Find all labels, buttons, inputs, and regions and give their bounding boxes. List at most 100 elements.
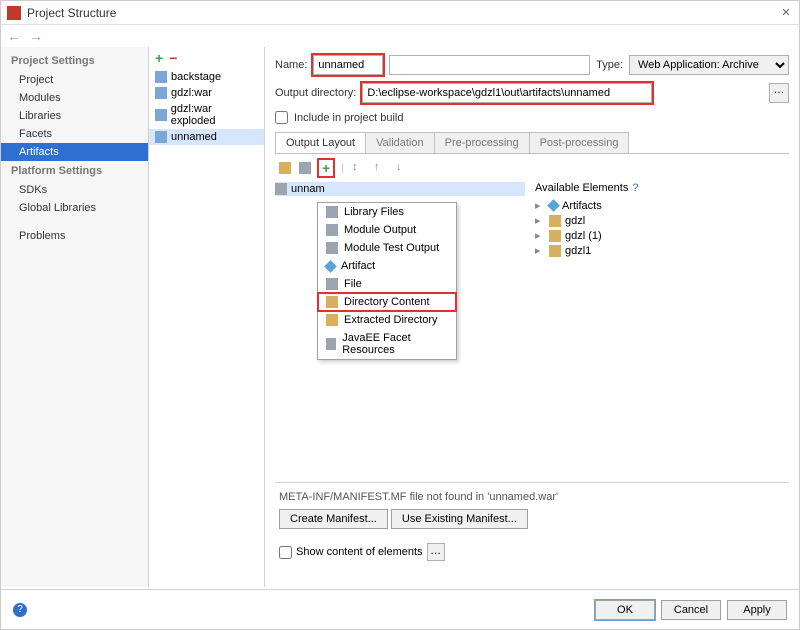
file-icon [326,278,338,290]
avail-gdzl-1[interactable]: ▸gdzl (1) [535,228,741,243]
dialog-footer: ? OK Cancel Apply [1,589,799,629]
artifact-icon [324,260,337,273]
javaee-icon [326,338,336,350]
tab-post-processing[interactable]: Post-processing [529,132,630,153]
output-layout-tree: unnam Library Files Module Output Module… [275,182,525,482]
module-test-icon [326,242,338,254]
artifact-item-gdzl-war[interactable]: gdzl:war [149,85,264,101]
tree-root-row[interactable]: unnam [275,182,525,196]
tab-bar: Output Layout Validation Pre-processing … [275,132,789,154]
artifact-content: Name: Type: Web Application: Archive Out… [265,47,799,587]
include-build-checkbox[interactable] [275,111,288,124]
library-icon [326,206,338,218]
help-icon[interactable]: ? [632,182,638,194]
menu-directory-content[interactable]: Directory Content [318,293,456,311]
navbar: ← → [1,25,799,47]
sidebar-item-problems[interactable]: Problems [1,227,148,245]
available-elements-panel: Available Elements ? ▸Artifacts ▸gdzl ▸g… [525,182,741,482]
artifact-item-backstage[interactable]: backstage [149,69,264,85]
module-icon [326,224,338,236]
menu-extracted-directory[interactable]: Extracted Directory [318,311,456,329]
ok-button[interactable]: OK [595,600,655,620]
close-icon[interactable]: ✕ [779,6,793,20]
show-content-options-button[interactable]: … [427,543,445,561]
name-input[interactable] [313,55,383,75]
manifest-message: META-INF/MANIFEST.MF file not found in '… [279,491,785,503]
available-elements-label: Available Elements [535,182,628,194]
outdir-label: Output directory: [275,87,356,99]
sidebar-item-project[interactable]: Project [1,71,148,89]
chevron-right-icon: ▸ [535,214,545,227]
menu-module-output[interactable]: Module Output [318,221,456,239]
show-content-checkbox[interactable] [279,546,292,559]
menu-module-test-output[interactable]: Module Test Output [318,239,456,257]
name-label: Name: [275,59,307,71]
down-icon[interactable]: ↓ [396,161,410,175]
sidebar-item-modules[interactable]: Modules [1,89,148,107]
sidebar-item-sdks[interactable]: SDKs [1,181,148,199]
app-icon [7,6,21,20]
avail-gdzl1[interactable]: ▸gdzl1 [535,243,741,258]
artifact-icon [155,131,167,143]
menu-library-files[interactable]: Library Files [318,203,456,221]
sidebar-section-project: Project Settings [1,51,148,71]
avail-gdzl[interactable]: ▸gdzl [535,213,741,228]
manifest-bar: META-INF/MANIFEST.MF file not found in '… [275,482,789,537]
sort-icon[interactable]: ↕ [352,161,366,175]
artifact-icon [155,87,167,99]
sidebar-item-facets[interactable]: Facets [1,125,148,143]
artifact-item-gdzl-war-exploded[interactable]: gdzl:war exploded [149,101,264,129]
name-input-ext[interactable] [389,55,590,75]
artifact-list-panel: + − backstage gdzl:war gdzl:war exploded… [149,47,265,587]
tab-pre-processing[interactable]: Pre-processing [434,132,530,153]
add-content-icon[interactable]: + [319,160,333,176]
add-content-popup: Library Files Module Output Module Test … [317,202,457,360]
remove-artifact-icon[interactable]: − [169,50,177,66]
tab-output-layout[interactable]: Output Layout [275,132,366,153]
browse-outdir-button[interactable]: … [769,83,789,103]
archive-icon [275,183,287,195]
cancel-button[interactable]: Cancel [661,600,721,620]
folder-icon [549,230,561,242]
help-button[interactable]: ? [13,603,27,617]
menu-javaee-facet[interactable]: JavaEE Facet Resources [318,329,456,359]
folder-icon [549,245,561,257]
use-manifest-button[interactable]: Use Existing Manifest... [391,509,528,529]
type-label: Type: [596,59,623,71]
titlebar: Project Structure ✕ [1,1,799,25]
sidebar-item-artifacts[interactable]: Artifacts [1,143,148,161]
sidebar-item-global-libraries[interactable]: Global Libraries [1,199,148,217]
forward-arrow-icon[interactable]: → [29,28,43,44]
tab-validation[interactable]: Validation [365,132,435,153]
apply-button[interactable]: Apply [727,600,787,620]
outdir-input[interactable] [362,83,652,103]
show-content-label: Show content of elements [296,546,423,558]
back-arrow-icon[interactable]: ← [7,28,21,44]
folder-icon [326,296,338,308]
output-toolbar: + | ↕ ↑ ↓ [275,154,789,182]
add-artifact-icon[interactable]: + [155,50,163,66]
artifact-item-unnamed[interactable]: unnamed [149,129,264,145]
type-select[interactable]: Web Application: Archive [629,55,789,75]
artifact-icon [155,71,167,83]
extracted-folder-icon [326,314,338,326]
include-build-label: Include in project build [294,112,403,124]
window-title: Project Structure [27,6,779,20]
new-folder-icon[interactable] [279,162,291,174]
menu-file[interactable]: File [318,275,456,293]
menu-artifact[interactable]: Artifact [318,257,456,275]
avail-artifacts[interactable]: ▸Artifacts [535,198,741,213]
sidebar-item-libraries[interactable]: Libraries [1,107,148,125]
artifact-icon [547,199,560,212]
sidebar-section-platform: Platform Settings [1,161,148,181]
chevron-right-icon: ▸ [535,229,545,242]
create-manifest-button[interactable]: Create Manifest... [279,509,388,529]
settings-sidebar: Project Settings Project Modules Librari… [1,47,149,587]
chevron-right-icon: ▸ [535,199,545,212]
up-icon[interactable]: ↑ [374,161,388,175]
artifact-icon [155,109,167,121]
folder-icon [549,215,561,227]
archive-icon[interactable] [299,162,311,174]
show-content-row: Show content of elements … [275,537,789,567]
main-area: Project Settings Project Modules Librari… [1,47,799,587]
